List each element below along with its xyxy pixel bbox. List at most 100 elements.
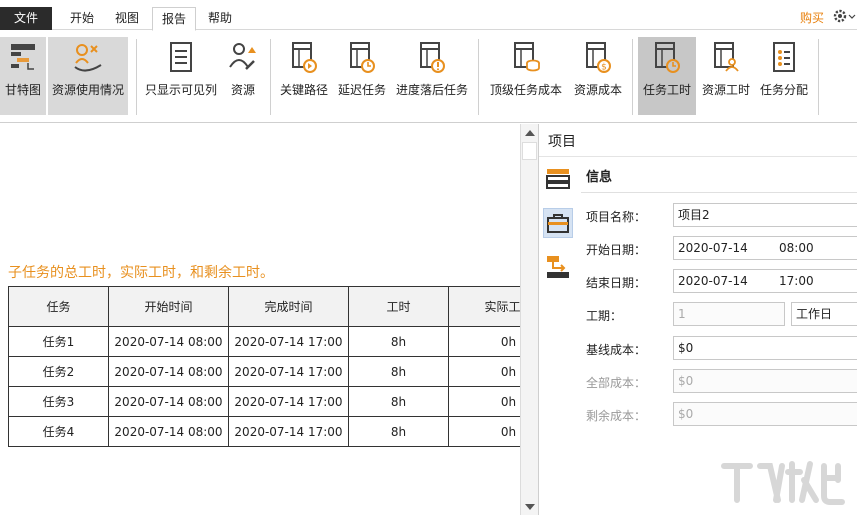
table-cell: 任务4 [8, 416, 109, 447]
end-time-value: 17:00 [779, 274, 814, 288]
ribbon-label: 资源成本 [573, 83, 622, 97]
ribbon-label: 进度落后任务 [395, 83, 468, 97]
ribbon-label: 任务分配 [759, 83, 808, 97]
table-header-row: 任务 开始时间 完成时间 工时 实际工时 [8, 286, 520, 327]
briefcase-icon[interactable] [543, 208, 573, 238]
ribbon-gantt-button[interactable]: 甘特图 [0, 37, 46, 115]
ribbon-resource-cost-button[interactable]: $ 资源成本 [570, 37, 626, 115]
buy-link[interactable]: 购买 [800, 9, 824, 26]
start-date-label: 开始日期： [586, 243, 647, 257]
table-cell: 2020-07-14 17:00 [228, 416, 349, 447]
delayed-tasks-icon [350, 42, 375, 73]
ribbon-task-work-button[interactable]: 任务工时 [638, 37, 696, 115]
tab-report[interactable]: 报告 [152, 7, 196, 31]
end-date-field[interactable]: 2020-07-14 17:00 [673, 269, 857, 293]
divider [581, 192, 857, 193]
column-header[interactable]: 工时 [348, 286, 449, 327]
report-pane: 子任务的总工时，实际工时，和剩余工时。 任务 开始时间 完成时间 工时 实际工时… [0, 124, 520, 515]
remaining-cost-label: 剩余成本： [586, 409, 647, 423]
report-table: 任务 开始时间 完成时间 工时 实际工时 任务1 2020-07-14 08:0… [8, 286, 520, 447]
total-cost-label: 全部成本： [586, 376, 647, 390]
gantt-icon [11, 44, 35, 70]
scroll-up-arrow-icon[interactable] [525, 130, 535, 136]
table-cell: 任务1 [8, 326, 109, 357]
scroll-thumb[interactable] [522, 142, 537, 160]
settings-gear-icon[interactable] [832, 7, 856, 25]
ribbon-label: 甘特图 [4, 83, 41, 97]
project-properties-panel: 项目 信息 项目名称： 项目2 开始日期： 2020-07-14 08:00 结… [538, 124, 857, 515]
baseline-cost-field[interactable]: $0 [673, 336, 857, 360]
ribbon-task-assignment-button[interactable]: 任务分配 [756, 37, 812, 115]
ribbon-separator [136, 39, 137, 115]
ribbon-label: 延迟任务 [337, 83, 386, 97]
ribbon-resource-work-button[interactable]: 资源工时 [698, 37, 754, 115]
project-name-field[interactable]: 项目2 [673, 203, 857, 227]
duration-label: 工期： [586, 309, 623, 323]
ribbon-label: 只显示可见列 [144, 83, 217, 97]
ribbon-label: 资源使用情况 [51, 83, 124, 97]
ribbon-label: 资源工时 [701, 83, 750, 97]
ribbon: 甘特图 资源使用情况 只显示可见列 资源 关键路径 延迟任务 进度落后任务 顶级… [0, 31, 857, 123]
project-name-label: 项目名称： [586, 210, 647, 224]
tab-help[interactable]: 帮助 [198, 7, 242, 30]
start-date-field[interactable]: 2020-07-14 08:00 [673, 236, 857, 260]
remaining-cost-field: $0 [673, 402, 857, 426]
scroll-down-arrow-icon[interactable] [525, 504, 535, 510]
task-work-icon [655, 42, 680, 73]
task-link-icon[interactable] [543, 252, 573, 282]
table-cell: 0h [448, 356, 520, 387]
vertical-scrollbar[interactable] [520, 124, 538, 515]
section-title: 信息 [586, 170, 613, 185]
watermark-logo [718, 458, 853, 508]
info-tab-list-icon[interactable] [543, 164, 573, 194]
table-cell: 任务3 [8, 386, 109, 417]
visible-columns-icon [170, 42, 192, 72]
column-header[interactable]: 任务 [8, 286, 109, 327]
ribbon-separator [818, 39, 819, 115]
table-cell: 2020-07-14 08:00 [108, 386, 229, 417]
table-row[interactable]: 任务3 2020-07-14 08:00 2020-07-14 17:00 8h… [8, 386, 520, 417]
divider [539, 156, 857, 157]
tab-view[interactable]: 视图 [106, 7, 148, 30]
duration-field[interactable]: 1 [673, 302, 785, 326]
table-cell: 2020-07-14 17:00 [228, 386, 349, 417]
ribbon-separator [632, 39, 633, 115]
ribbon-label: 顶级任务成本 [489, 83, 562, 97]
resource-work-icon [714, 42, 739, 72]
table-cell: 0h [448, 416, 520, 447]
ribbon-delayed-tasks-button[interactable]: 延迟任务 [334, 37, 390, 115]
ribbon-label: 关键路径 [279, 83, 328, 97]
start-date-value: 2020-07-14 [678, 241, 748, 255]
ribbon-top-task-cost-button[interactable]: 顶级任务成本 [484, 37, 568, 115]
panel-title: 项目 [548, 134, 576, 150]
column-header[interactable]: 开始时间 [108, 286, 229, 327]
duration-unit-select[interactable]: 工作日 [791, 302, 857, 326]
start-time-value: 08:00 [779, 241, 814, 255]
end-date-value: 2020-07-14 [678, 274, 748, 288]
table-cell: 0h [448, 386, 520, 417]
menu-file[interactable]: 文件 [0, 7, 52, 30]
ribbon-behind-schedule-button[interactable]: 进度落后任务 [392, 37, 472, 115]
report-description: 子任务的总工时，实际工时，和剩余工时。 [8, 265, 274, 281]
table-cell: 8h [348, 416, 449, 447]
table-cell: 8h [348, 386, 449, 417]
behind-schedule-icon [420, 42, 445, 73]
table-row[interactable]: 任务4 2020-07-14 08:00 2020-07-14 17:00 8h… [8, 416, 520, 447]
table-cell: 8h [348, 326, 449, 357]
ribbon-separator [270, 39, 271, 115]
baseline-cost-label: 基线成本： [586, 343, 647, 357]
table-cell: 0h [448, 326, 520, 357]
ribbon-resource-button[interactable]: 资源 [222, 37, 264, 115]
ribbon-critical-path-button[interactable]: 关键路径 [276, 37, 332, 115]
tab-home[interactable]: 开始 [60, 7, 104, 30]
ribbon-separator [478, 39, 479, 115]
table-cell: 2020-07-14 17:00 [228, 326, 349, 357]
table-cell: 2020-07-14 08:00 [108, 326, 229, 357]
table-row[interactable]: 任务1 2020-07-14 08:00 2020-07-14 17:00 8h… [8, 326, 520, 357]
table-row[interactable]: 任务2 2020-07-14 08:00 2020-07-14 17:00 8h… [8, 356, 520, 387]
ribbon-visible-columns-button[interactable]: 只显示可见列 [142, 37, 220, 115]
end-date-label: 结束日期： [586, 276, 647, 290]
column-header[interactable]: 实际工时 [448, 286, 520, 327]
ribbon-resource-usage-button[interactable]: 资源使用情况 [48, 37, 128, 115]
column-header[interactable]: 完成时间 [228, 286, 349, 327]
